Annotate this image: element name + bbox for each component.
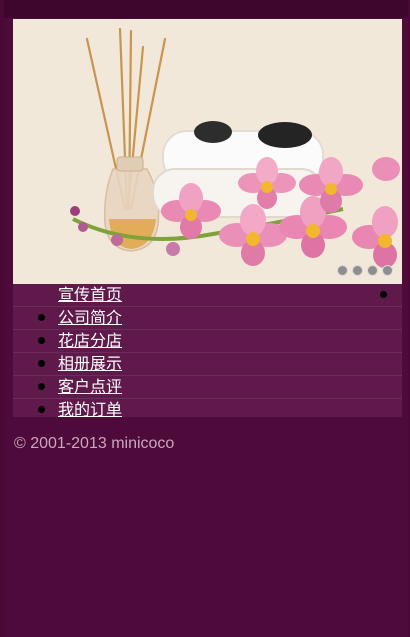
menu-link-gallery[interactable]: 相册展示: [58, 353, 122, 375]
hero-slider[interactable]: [13, 19, 402, 284]
menu-item-home: 宣传首页: [13, 284, 402, 307]
copyright-text: © 2001-2013 minicoco: [14, 435, 175, 452]
menu-item-reviews: 客户点评: [13, 376, 402, 399]
bullet-icon: [38, 337, 45, 344]
slider-dot[interactable]: [352, 265, 363, 276]
bullet-icon: [38, 406, 45, 413]
main-menu: 宣传首页 公司简介 花店分店 相册展示 客户点评 我的订单: [13, 284, 402, 419]
menu-item-gallery: 相册展示: [13, 353, 402, 376]
menu-link-home[interactable]: 宣传首页: [58, 284, 122, 306]
slider-dot[interactable]: [337, 265, 348, 276]
bullet-icon: [38, 314, 45, 321]
menu-link-about[interactable]: 公司简介: [58, 307, 122, 329]
slider-pagination: [337, 265, 393, 276]
top-strip: [4, 0, 408, 18]
bullet-icon: [38, 383, 45, 390]
menu-link-branches[interactable]: 花店分店: [58, 330, 122, 352]
menu-item-orders: 我的订单: [13, 399, 402, 421]
bullet-icon: [38, 360, 45, 367]
slider-dot[interactable]: [382, 265, 393, 276]
bullet-icon: [380, 291, 387, 298]
slider-dot[interactable]: [367, 265, 378, 276]
app-screen: 宣传首页 公司简介 花店分店 相册展示 客户点评 我的订单 © 2001-201…: [4, 0, 408, 637]
menu-link-reviews[interactable]: 客户点评: [58, 376, 122, 398]
menu-link-orders[interactable]: 我的订单: [58, 399, 122, 421]
menu-item-about: 公司简介: [13, 307, 402, 330]
hero-image: [13, 19, 402, 284]
menu-item-branches: 花店分店: [13, 330, 402, 353]
